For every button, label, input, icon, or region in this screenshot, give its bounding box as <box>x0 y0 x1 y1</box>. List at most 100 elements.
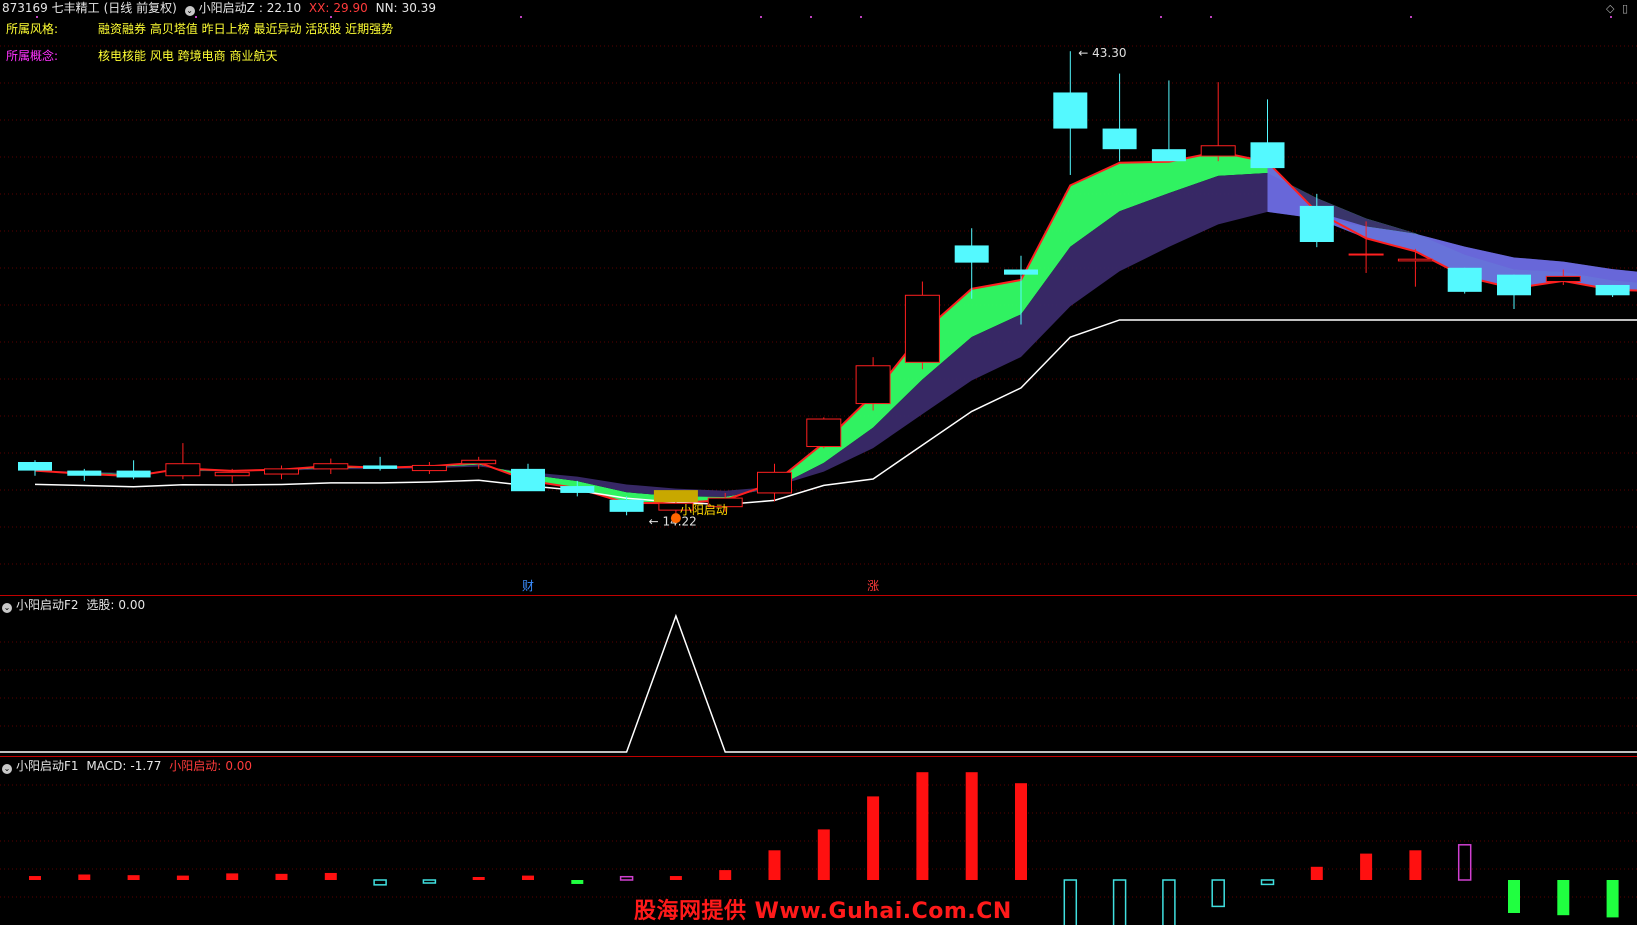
candle <box>1595 284 1630 297</box>
f2-value: 0.00 <box>118 598 146 612</box>
z-value: : 22.10 <box>258 1 302 15</box>
candle <box>511 463 545 492</box>
settings-icon[interactable]: ▯ <box>1622 2 1628 15</box>
macd-bar <box>472 877 485 880</box>
macd-bar <box>817 829 830 880</box>
candle <box>1151 80 1186 162</box>
macd-bar <box>1162 879 1176 925</box>
macd-bar <box>1063 879 1078 925</box>
xx-label: XX: <box>308 1 330 15</box>
signal-block <box>653 490 698 503</box>
macd-bar <box>867 796 880 880</box>
xx-value: 29.90 <box>333 1 368 15</box>
candle <box>1497 274 1531 310</box>
candlestick-chart[interactable]: ← 43.30← 14.22小阳启动财涨 <box>0 0 1637 595</box>
macd-bar <box>916 772 929 880</box>
main-chart-pane[interactable]: ← 43.30← 14.22小阳启动财涨 873169 七丰精工(日线 前复权)… <box>0 0 1637 595</box>
macd-bar <box>1606 880 1619 918</box>
f2-header: ⌄ 小阳启动F2 选股: 0.00 <box>2 598 149 613</box>
main-header: 873169 七丰精工 (日线 前复权) ⌄ 小阳启动Z: 22.10 XX: 29.… <box>2 1 440 16</box>
macd-bar <box>1360 853 1373 880</box>
candle-body-up <box>1545 275 1581 283</box>
macd-bar <box>1211 879 1225 908</box>
candle-body-up <box>411 464 447 472</box>
macd-bar <box>669 876 682 880</box>
candle-body-down <box>1102 128 1137 150</box>
macd-bar <box>1457 844 1472 881</box>
candle-body-up <box>855 365 891 405</box>
candle-body-down <box>1447 267 1482 292</box>
candle-body-down <box>116 470 151 478</box>
candle <box>904 281 940 370</box>
collapse-icon[interactable]: ⌄ <box>2 764 12 774</box>
concept-row: 所属概念: 核电核能 风电 跨境电商 商业航天 <box>6 47 277 64</box>
macd-bar <box>965 772 978 880</box>
candle <box>1102 73 1137 162</box>
collapse-icon[interactable]: ⌄ <box>184 6 195 16</box>
candle <box>116 460 151 480</box>
collapse-icon[interactable]: ⌄ <box>2 603 12 613</box>
candle-body-up <box>214 471 250 477</box>
candle <box>411 462 447 475</box>
candle-body-up <box>165 463 201 477</box>
indicator-name: 小阳启动Z <box>198 1 255 15</box>
macd-bar <box>571 880 584 884</box>
candle <box>67 468 102 481</box>
macd-bar <box>226 873 239 880</box>
candle-body-down <box>1595 284 1630 296</box>
fast-mid-band <box>35 151 1637 504</box>
f2-signal-line <box>0 613 1637 753</box>
period-label: (日线 前复权) <box>103 1 177 15</box>
f2-indicator-pane[interactable]: ⌄ 小阳启动F2 选股: 0.00 <box>0 596 1637 756</box>
candle-body-down <box>18 462 52 471</box>
macd-bar <box>78 874 91 880</box>
marker-dot <box>195 16 197 18</box>
style-value: 融资融券 高贝塔值 昨日上榜 最近异动 活跃股 近期强势 <box>98 22 394 36</box>
candle <box>806 417 842 449</box>
candle <box>264 465 299 480</box>
marker-dot <box>36 16 38 18</box>
candle <box>757 463 792 502</box>
style-label: 所属风格: <box>6 22 59 36</box>
marker-dot <box>330 16 332 18</box>
macd-bar <box>373 879 387 886</box>
cai-marker: 财 <box>522 579 534 593</box>
marker-dot <box>1610 16 1612 18</box>
marker-dot <box>1410 16 1412 18</box>
marker-dot <box>860 16 862 18</box>
candle-body-up <box>461 459 497 465</box>
signal-value: 0.00 <box>225 759 253 773</box>
macd-bar <box>1112 879 1127 925</box>
macd-bar <box>768 850 781 880</box>
f1-header: ⌄ 小阳启动F1 MACD: -1.77 小阳启动: 0.00 <box>2 759 256 774</box>
f1-title: 小阳启动F1 <box>16 759 79 773</box>
candle-body-down <box>1250 142 1285 169</box>
macd-bar <box>176 875 189 880</box>
nn-label: NN: <box>375 1 398 15</box>
candle-body-up <box>904 294 940 363</box>
candle-body-down <box>67 470 102 476</box>
macd-bar <box>619 875 634 881</box>
marker-dot <box>1160 16 1162 18</box>
concept-value: 核电核能 风电 跨境电商 商业航天 <box>98 49 278 63</box>
candle-body-up <box>313 463 349 470</box>
stock-name: 873169 七丰精工 <box>2 1 100 15</box>
macd-bar <box>1310 866 1323 880</box>
candle-body-up <box>1200 145 1236 157</box>
candle <box>313 458 349 475</box>
candle <box>1250 99 1285 169</box>
candle-body-up <box>1397 258 1433 262</box>
candle <box>363 456 398 471</box>
macd-bar <box>1015 783 1027 880</box>
candle-body-down <box>609 499 644 512</box>
f2-line-chart[interactable] <box>0 596 1637 756</box>
macd-bar <box>324 872 337 880</box>
candle-body-down <box>363 465 398 469</box>
diamond-icon[interactable]: ◇ <box>1606 2 1614 15</box>
candle <box>1053 51 1088 175</box>
candle-body-up <box>757 471 792 494</box>
macd-bar <box>1557 880 1570 916</box>
macd-bar <box>422 879 437 884</box>
f2-label: 选股: <box>86 598 115 612</box>
stop-line <box>34 319 1637 506</box>
